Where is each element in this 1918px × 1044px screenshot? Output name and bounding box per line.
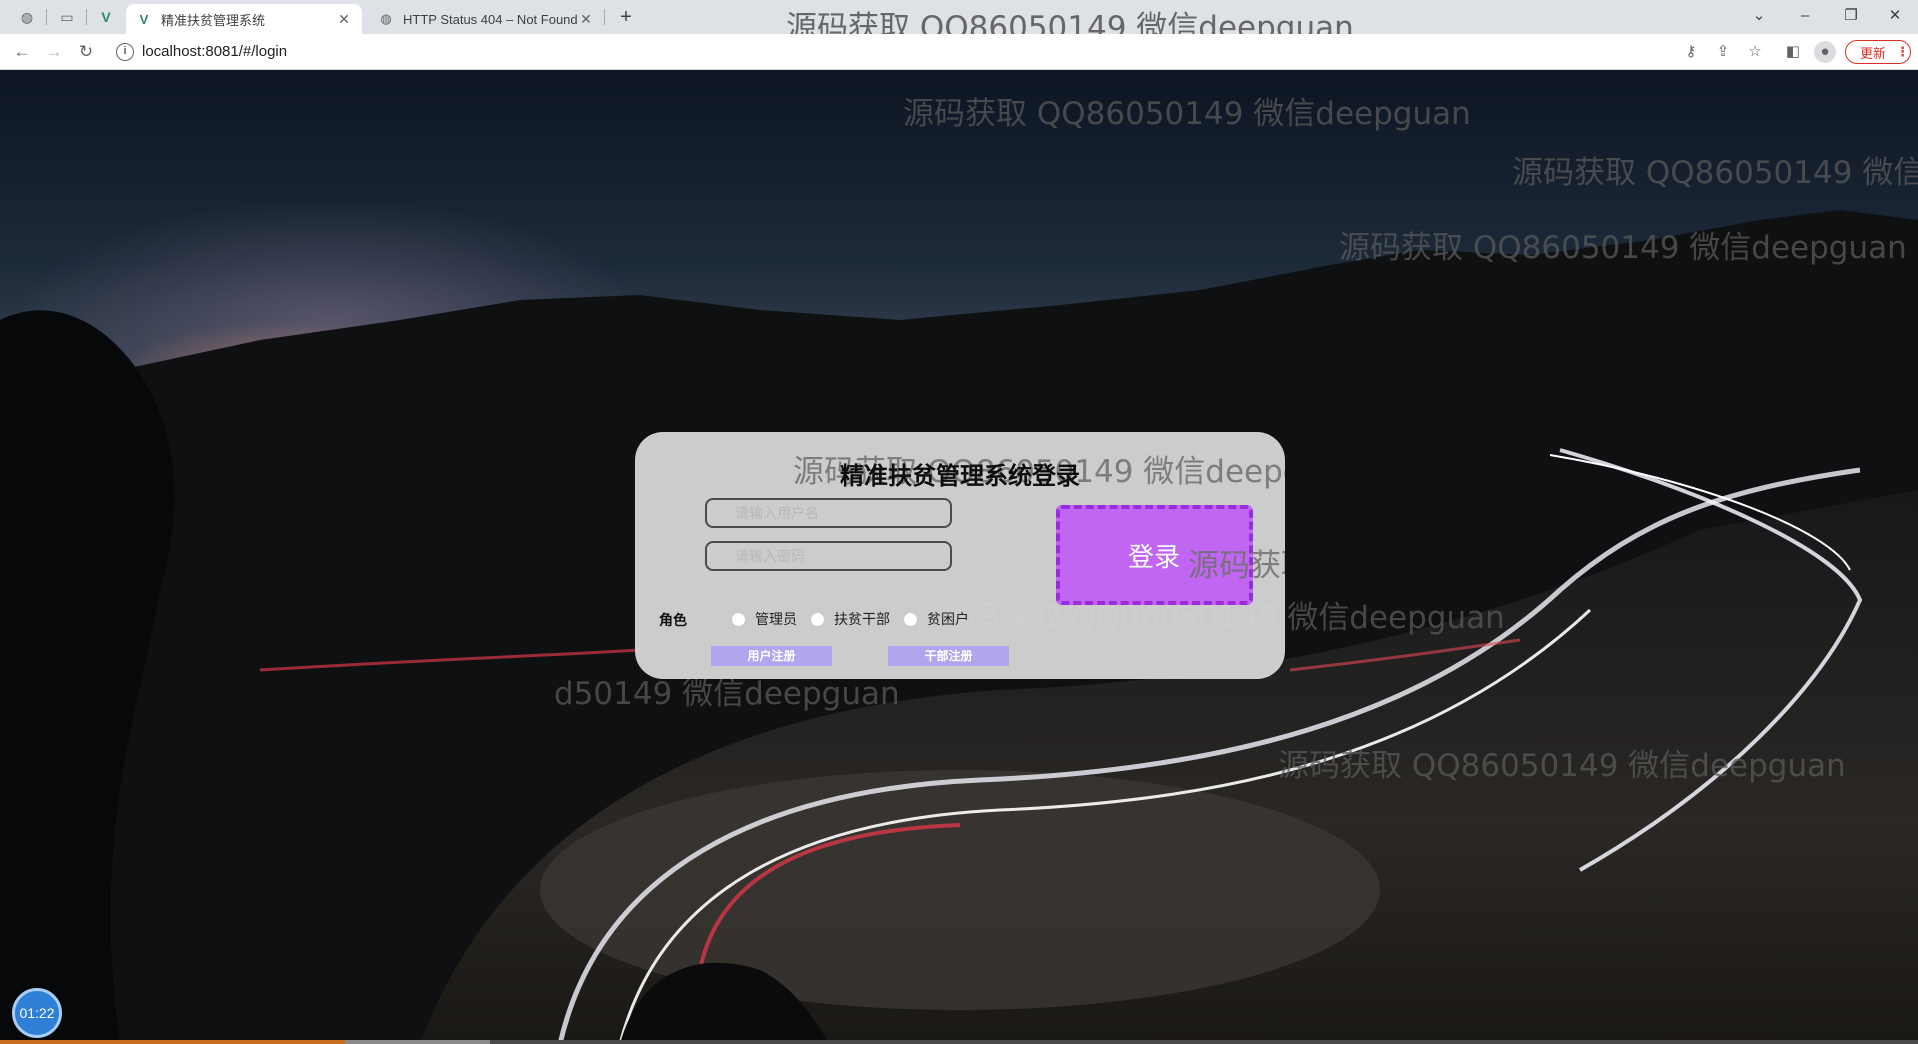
role-label: 角色: [659, 612, 687, 628]
tab-title: HTTP Status 404 – Not Found: [403, 11, 578, 27]
login-card: 源码获取 QQ86050149 微信deepguan 精准扶贫管理系统登录 登录…: [635, 432, 1285, 679]
arrow-right-icon: →: [45, 42, 63, 61]
register-cadre-button[interactable]: 干部注册: [888, 646, 1009, 666]
profile-avatar[interactable]: ●: [1814, 41, 1836, 63]
tab-active[interactable]: V 精准扶贫管理系统 ✕: [126, 4, 362, 34]
radio-circle[interactable]: [903, 611, 918, 627]
update-button[interactable]: 更新 ⋮: [1845, 40, 1911, 64]
globe-icon: ◍: [380, 11, 392, 26]
login-button-label: 登录: [1128, 542, 1181, 573]
arrow-left-icon: ←: [13, 42, 31, 61]
password-input[interactable]: [705, 541, 952, 571]
radio-circle[interactable]: [810, 611, 825, 627]
tab-inactive[interactable]: ◍ HTTP Status 404 – Not Found ✕: [368, 4, 604, 34]
role-option-label: 扶贫干部: [834, 611, 890, 627]
watermark-text: 源码获取 QQ86050149 微信deepguan: [903, 96, 1471, 132]
minimize-button[interactable]: –: [1782, 2, 1828, 30]
role-radio-admin[interactable]: 管理员: [731, 609, 797, 629]
role-radio-poor-household[interactable]: 贫困户: [903, 609, 969, 629]
pinned-tab-globe[interactable]: ◍: [13, 6, 41, 28]
tab-search-icon[interactable]: ⌄: [1736, 2, 1782, 30]
back-button[interactable]: ←: [8, 38, 36, 66]
site-info-icon[interactable]: i: [116, 43, 134, 61]
update-label: 更新: [1860, 45, 1887, 61]
tab-title: 精准扶贫管理系统: [161, 12, 266, 28]
progress-fill: [0, 1040, 345, 1044]
key-icon[interactable]: ⚷: [1679, 40, 1703, 64]
star-icon[interactable]: ☆: [1743, 40, 1767, 64]
watermark-text: 源码获取 QQ86050149 微信deepguan: [1512, 155, 1918, 191]
browser-toolbar: ← → ↻ i localhost:8081/#/login ⚷ ⇪ ☆ ◧ ●…: [0, 34, 1918, 70]
reload-icon: ↻: [78, 42, 94, 61]
reload-button[interactable]: ↻: [72, 38, 100, 66]
new-tab-button[interactable]: +: [612, 4, 640, 30]
close-icon[interactable]: ✕: [336, 11, 352, 28]
address-bar[interactable]: localhost:8081/#/login: [142, 43, 287, 60]
close-icon[interactable]: ✕: [578, 11, 594, 28]
share-icon[interactable]: ⇪: [1711, 40, 1735, 64]
more-menu-icon: ⋮: [1896, 44, 1910, 59]
browser-tab-bar: ◍ ▭ V V 精准扶贫管理系统 ✕ ◍ HTTP Status 404 – N…: [0, 0, 1918, 46]
restore-button[interactable]: ❐: [1828, 2, 1874, 30]
vue-logo-icon: V: [139, 11, 149, 27]
role-radio-cadre[interactable]: 扶贫干部: [810, 609, 890, 629]
vue-logo-icon: V: [101, 9, 111, 25]
globe-icon: ◍: [20, 8, 34, 25]
page-icon: ▭: [60, 8, 74, 25]
side-panel-icon[interactable]: ◧: [1781, 40, 1805, 64]
watermark-text: 源码获取 QQ86050149 微信deepguan: [1339, 230, 1907, 266]
recording-timer: 01:22: [12, 988, 62, 1038]
tab-separator: [86, 9, 87, 25]
register-user-button[interactable]: 用户注册: [711, 646, 832, 666]
playback-progress-bar[interactable]: [0, 1040, 1918, 1044]
pinned-tab-page[interactable]: ▭: [53, 6, 81, 28]
role-option-label: 贫困户: [927, 611, 969, 627]
login-title: 精准扶贫管理系统登录: [840, 462, 1080, 490]
watermark-fragment: 源码获取: [1188, 548, 1285, 584]
close-window-button[interactable]: ✕: [1872, 2, 1918, 30]
username-input[interactable]: [705, 498, 952, 528]
role-option-label: 管理员: [755, 611, 797, 627]
tab-separator: [604, 9, 605, 25]
login-page-background: 源码获取 QQ86050149 微信deepguan 源码获取 QQ860501…: [0, 70, 1918, 1044]
watermark-text: 源码获取 QQ86050149 微信deepguan: [1278, 748, 1846, 784]
tab-separator: [46, 9, 47, 25]
radio-circle[interactable]: [731, 611, 746, 627]
progress-buffer: [345, 1040, 490, 1044]
pinned-tab-vue[interactable]: V: [92, 6, 120, 28]
forward-button[interactable]: →: [40, 38, 68, 66]
